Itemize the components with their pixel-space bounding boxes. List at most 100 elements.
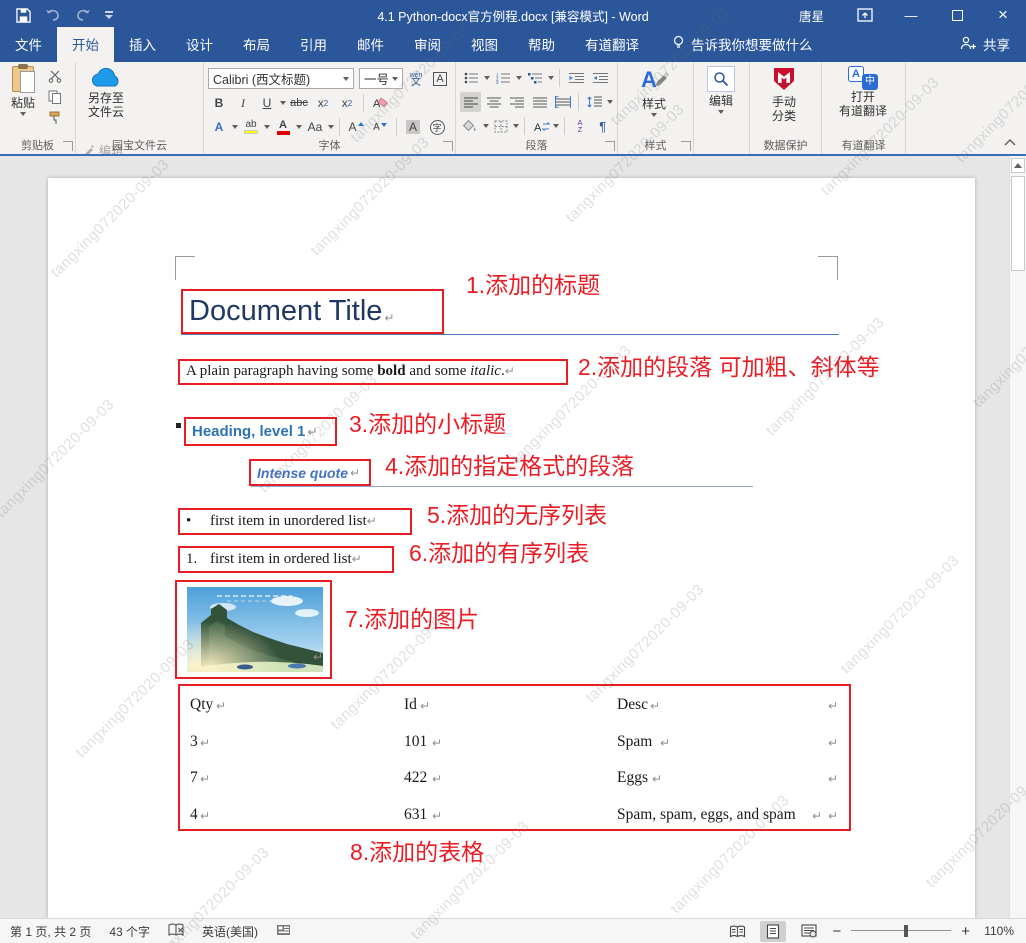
zoom-out-button[interactable]: − — [832, 923, 841, 940]
bold-icon[interactable]: B — [208, 93, 230, 113]
change-case-caret[interactable] — [328, 125, 334, 129]
read-mode-icon[interactable] — [724, 921, 750, 942]
tab-mailings[interactable]: 邮件 — [342, 27, 399, 62]
open-youdao-button[interactable]: A 中 打开 有道翻译 — [826, 66, 900, 138]
decrease-indent-icon[interactable] — [565, 68, 587, 88]
change-case-icon[interactable]: Aa — [304, 117, 326, 137]
sort-icon[interactable]: AZ — [570, 116, 591, 136]
align-right-icon[interactable] — [506, 92, 527, 112]
strikethrough-icon[interactable]: abc — [288, 93, 310, 113]
enclose-characters-icon[interactable]: 字 — [426, 117, 448, 137]
paste-button[interactable]: 粘贴 — [4, 66, 42, 138]
text-effects-icon[interactable]: A — [208, 117, 230, 137]
close-button[interactable]: × — [980, 0, 1026, 30]
zoom-in-button[interactable]: + — [961, 923, 970, 940]
manual-classify-button[interactable]: 手动 分类 — [754, 66, 814, 138]
bullets-icon[interactable] — [460, 68, 482, 88]
justify-icon[interactable] — [529, 92, 550, 112]
redo-icon[interactable] — [75, 9, 91, 22]
underline-caret[interactable] — [280, 101, 286, 105]
scrollbar-thumb[interactable] — [1011, 176, 1025, 271]
styles-button[interactable]: A 样式 — [622, 66, 686, 138]
cut-icon[interactable] — [44, 66, 66, 86]
minimize-button[interactable]: — — [888, 0, 934, 30]
font-dialog-launcher-icon[interactable] — [443, 141, 453, 151]
page-indicator[interactable]: 第 1 页, 共 2 页 — [10, 923, 91, 940]
font-size-combo[interactable]: 一号 — [359, 68, 403, 89]
tab-help[interactable]: 帮助 — [513, 27, 570, 62]
tab-file[interactable]: 文件 — [0, 27, 57, 62]
zoom-slider[interactable] — [851, 924, 951, 938]
collapse-ribbon-icon[interactable] — [1004, 133, 1016, 151]
save-to-cloud-button[interactable]: 另存至 文件云 — [80, 66, 132, 138]
zoom-level[interactable]: 110% — [980, 924, 1014, 938]
save-icon[interactable] — [16, 8, 31, 23]
scroll-up-icon[interactable] — [1011, 158, 1025, 173]
character-shading-icon[interactable]: A — [402, 117, 424, 137]
tab-view[interactable]: 视图 — [456, 27, 513, 62]
language-indicator[interactable]: 英语(美国) — [202, 923, 258, 940]
highlight-color-icon[interactable]: ab — [240, 117, 262, 137]
numbering-caret[interactable] — [516, 76, 522, 80]
tab-review[interactable]: 审阅 — [399, 27, 456, 62]
shading-bucket-icon[interactable] — [460, 116, 481, 136]
align-center-icon[interactable] — [483, 92, 504, 112]
numbering-icon[interactable]: 123 — [492, 68, 514, 88]
paragraph-dialog-launcher-icon[interactable] — [605, 141, 615, 151]
highlight-caret[interactable] — [264, 125, 270, 129]
bullets-caret[interactable] — [484, 76, 490, 80]
show-paragraph-marks-icon[interactable]: ¶ — [592, 116, 613, 136]
document-page[interactable]: Document Title ↵ 1.添加的标题 A plain paragra… — [48, 178, 975, 918]
copy-icon[interactable] — [44, 87, 66, 107]
increase-indent-icon[interactable] — [589, 68, 611, 88]
text-effects-caret[interactable] — [232, 125, 238, 129]
web-layout-icon[interactable] — [796, 921, 822, 942]
tab-insert[interactable]: 插入 — [114, 27, 171, 62]
phonetic-guide-icon[interactable]: wén 文 — [405, 69, 427, 89]
styles-dialog-launcher-icon[interactable] — [681, 141, 691, 151]
undo-icon[interactable] — [45, 9, 61, 22]
format-painter-icon[interactable] — [44, 108, 66, 128]
user-name[interactable]: 唐星 — [781, 6, 842, 25]
input-mode-icon[interactable] — [276, 923, 291, 939]
shading-caret[interactable] — [483, 124, 489, 128]
italic-icon[interactable]: I — [232, 93, 254, 113]
asian-layout-icon[interactable]: A — [530, 116, 551, 136]
align-left-icon[interactable] — [460, 92, 481, 112]
tab-layout[interactable]: 布局 — [228, 27, 285, 62]
line-spacing-icon[interactable] — [584, 92, 605, 112]
subscript-icon[interactable]: x2 — [312, 93, 334, 113]
ribbon-display-options-icon[interactable] — [842, 0, 888, 30]
share-button[interactable]: 共享 — [960, 27, 1026, 62]
inline-picture[interactable] — [187, 587, 323, 672]
superscript-icon[interactable]: x2 — [336, 93, 358, 113]
clipboard-dialog-launcher-icon[interactable] — [63, 141, 73, 151]
customize-quick-access-icon[interactable] — [105, 11, 113, 19]
shrink-font-icon[interactable]: A — [369, 117, 391, 137]
multilevel-list-icon[interactable] — [524, 68, 546, 88]
multilevel-caret[interactable] — [548, 76, 554, 80]
asian-layout-caret[interactable] — [553, 124, 559, 128]
grow-font-icon[interactable]: A — [345, 117, 367, 137]
borders-caret[interactable] — [513, 124, 519, 128]
tab-home[interactable]: 开始 — [57, 27, 114, 62]
editing-button[interactable]: 编辑 — [698, 66, 744, 138]
borders-icon[interactable] — [491, 116, 512, 136]
proofing-icon[interactable] — [168, 923, 184, 940]
clear-formatting-icon[interactable]: A — [369, 93, 391, 113]
print-layout-icon[interactable] — [760, 921, 786, 942]
underline-icon[interactable]: U — [256, 93, 278, 113]
distribute-icon[interactable] — [552, 92, 573, 112]
character-border-icon[interactable]: A — [429, 69, 451, 89]
maximize-button[interactable] — [934, 0, 980, 30]
tab-references[interactable]: 引用 — [285, 27, 342, 62]
vertical-scrollbar[interactable] — [1009, 156, 1026, 918]
tell-me-box[interactable]: 告诉我你想要做什么 — [654, 27, 823, 62]
word-count[interactable]: 43 个字 — [109, 923, 150, 940]
zoom-slider-knob[interactable] — [904, 925, 908, 937]
tab-design[interactable]: 设计 — [171, 27, 228, 62]
font-color-caret[interactable] — [296, 125, 302, 129]
line-spacing-caret[interactable] — [607, 100, 613, 104]
tab-youdao[interactable]: 有道翻译 — [570, 27, 654, 62]
font-name-combo[interactable]: Calibri (西文标题) — [208, 68, 354, 89]
